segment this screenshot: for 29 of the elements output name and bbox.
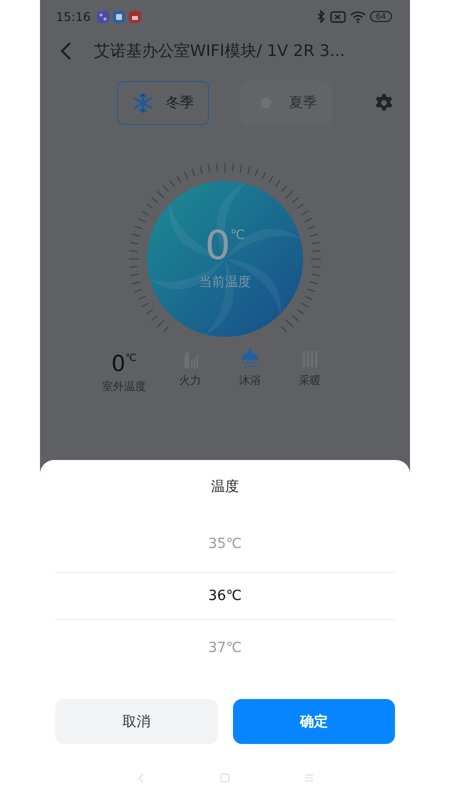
picker-option[interactable]: 36℃: [55, 572, 395, 620]
home-icon[interactable]: [219, 772, 231, 784]
app-icon: [128, 10, 141, 22]
current-temperature-label: 当前温度: [199, 274, 251, 291]
app-icon: [96, 10, 109, 22]
stat-label: 火力: [179, 373, 201, 388]
stat-label: 采暖: [299, 373, 321, 388]
wifi-icon: [350, 10, 366, 22]
bluetooth-icon: [316, 10, 326, 23]
season-tab[interactable]: 冬季: [117, 81, 209, 125]
cancel-button[interactable]: 取消: [55, 699, 218, 744]
battery-indicator: 64: [370, 11, 392, 22]
status-time: 15:16: [56, 10, 91, 24]
stat-label: 室外温度: [102, 379, 146, 394]
settings-icon[interactable]: [374, 93, 394, 113]
picker-option[interactable]: 35℃: [55, 516, 395, 572]
outdoor-temperature: 0$^{℃}$: [111, 351, 137, 377]
menu-icon[interactable]: [303, 772, 315, 784]
confirm-button[interactable]: 确定: [232, 699, 395, 744]
app-icon: [112, 10, 125, 22]
sim-icon: [330, 10, 346, 22]
shower-icon[interactable]: [239, 348, 261, 370]
page-title: 艾诺基办公室WIFI模块/ 1V 2R 3...: [94, 40, 345, 62]
picker-title: 温度: [211, 478, 239, 496]
snowflake-icon: [132, 92, 154, 114]
stat-label: 沐浴: [239, 373, 261, 388]
current-temperature: 0$^{℃}$: [204, 222, 246, 267]
picker-option[interactable]: 37℃: [55, 620, 395, 676]
back-icon[interactable]: [60, 41, 72, 61]
